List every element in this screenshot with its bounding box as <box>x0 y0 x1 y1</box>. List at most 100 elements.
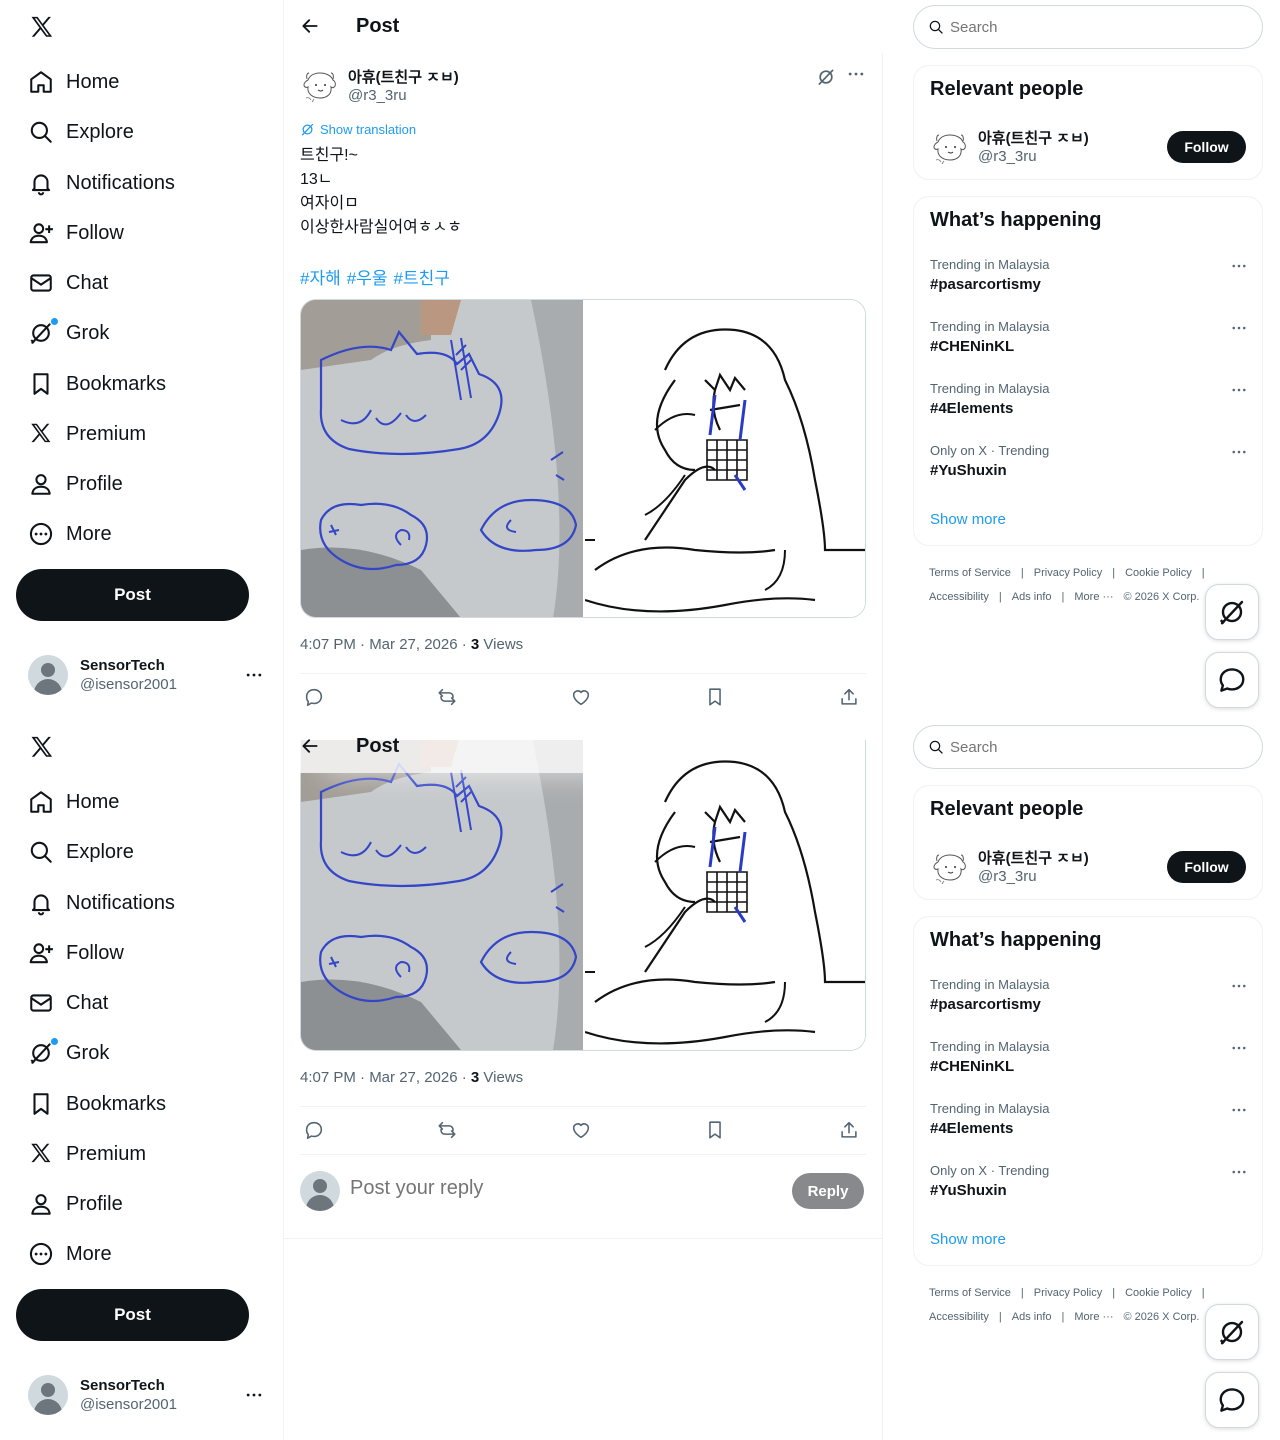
nav-premium[interactable]: Premium <box>16 410 146 458</box>
footer-link[interactable]: Terms of Service <box>929 1287 1011 1299</box>
trend-item[interactable]: Only on X · Trending #YuShuxin <box>930 1163 1248 1213</box>
grok-float-button[interactable] <box>1205 584 1259 640</box>
nav-chat[interactable]: Chat <box>16 259 108 307</box>
more-dots-icon[interactable] <box>1230 319 1248 337</box>
post-button[interactable]: Post <box>16 1289 249 1341</box>
person-name[interactable]: 아휴(트친구 ㅈㅂ) <box>978 127 1089 148</box>
nav-premium[interactable]: Premium <box>16 1130 146 1178</box>
footer-link[interactable]: More ··· <box>1074 1311 1113 1323</box>
chat-float-button[interactable] <box>1205 652 1259 708</box>
nav-follow[interactable]: Follow <box>16 209 124 257</box>
grok-explain-icon[interactable] <box>816 67 836 87</box>
grok-float-button[interactable] <box>1205 1304 1259 1360</box>
bookmark-button[interactable] <box>704 686 728 710</box>
footer-link[interactable]: Ads info <box>1012 1311 1052 1323</box>
trend-item[interactable]: Trending in Malaysia #pasarcortismy <box>930 257 1248 307</box>
nav-bookmarks[interactable]: Bookmarks <box>16 1080 166 1128</box>
person-handle[interactable]: @r3_3ru <box>978 148 1037 165</box>
repost-button[interactable] <box>436 1119 460 1143</box>
nav-chat[interactable]: Chat <box>16 979 108 1027</box>
chat-float-button[interactable] <box>1205 1372 1259 1428</box>
account-switcher[interactable]: SensorTech @isensor2001 <box>28 655 268 695</box>
back-arrow-icon[interactable] <box>300 16 320 36</box>
reply-button[interactable] <box>303 1119 327 1143</box>
media-image-drawing[interactable] <box>583 300 865 617</box>
media-image-bandage[interactable] <box>301 300 583 617</box>
footer-link[interactable]: Terms of Service <box>929 567 1011 579</box>
hashtag-link[interactable]: #우울 <box>347 269 388 288</box>
footer-link[interactable]: Privacy Policy <box>1034 1287 1102 1299</box>
share-button[interactable] <box>838 686 862 710</box>
reply-submit-button[interactable]: Reply <box>792 1173 864 1209</box>
more-dots-icon[interactable] <box>1230 1101 1248 1119</box>
footer-link[interactable]: More ··· <box>1074 591 1113 603</box>
more-dots-icon[interactable] <box>1230 443 1248 461</box>
more-dots-icon[interactable] <box>1230 1163 1248 1181</box>
nav-profile[interactable]: Profile <box>16 1180 123 1228</box>
author-avatar[interactable] <box>300 66 340 106</box>
author-name[interactable]: 아휴(트친구 ㅈㅂ) <box>348 66 459 87</box>
x-logo-icon[interactable] <box>28 14 56 42</box>
post-button[interactable]: Post <box>16 569 249 621</box>
like-button[interactable] <box>570 686 594 710</box>
trend-item[interactable]: Trending in Malaysia #CHENinKL <box>930 319 1248 369</box>
footer-link[interactable]: Privacy Policy <box>1034 567 1102 579</box>
person-name[interactable]: 아휴(트친구 ㅈㅂ) <box>978 847 1089 868</box>
footer-link[interactable]: Accessibility <box>929 591 989 603</box>
post-timestamp[interactable]: 4:07 PM · Mar 27, 2026 · <box>300 1069 471 1086</box>
reply-input[interactable] <box>350 1177 770 1200</box>
account-switcher[interactable]: SensorTech @isensor2001 <box>28 1375 268 1415</box>
hashtag-link[interactable]: #자해 <box>300 269 341 288</box>
nav-grok[interactable]: Grok <box>16 309 109 357</box>
more-dots-icon[interactable] <box>1230 257 1248 275</box>
bookmark-button[interactable] <box>704 1119 728 1143</box>
follow-button[interactable]: Follow <box>1167 131 1246 163</box>
footer-link[interactable]: Accessibility <box>929 1311 989 1323</box>
share-button[interactable] <box>838 1119 862 1143</box>
follow-button[interactable]: Follow <box>1167 851 1246 883</box>
nav-more[interactable]: More <box>16 1230 112 1278</box>
post-timestamp[interactable]: 4:07 PM · Mar 27, 2026 · <box>300 636 471 653</box>
x-logo-icon[interactable] <box>28 734 56 762</box>
footer-link[interactable]: Cookie Policy <box>1125 567 1192 579</box>
search-box[interactable] <box>913 5 1263 49</box>
media-image-drawing[interactable] <box>583 740 865 1050</box>
trend-item[interactable]: Trending in Malaysia #4Elements <box>930 381 1248 431</box>
search-input[interactable] <box>950 738 1230 756</box>
nav-follow[interactable]: Follow <box>16 929 124 977</box>
trend-item[interactable]: Trending in Malaysia #CHENinKL <box>930 1039 1248 1089</box>
reply-button[interactable] <box>303 686 327 710</box>
nav-profile[interactable]: Profile <box>16 460 123 508</box>
person-avatar[interactable] <box>930 848 970 888</box>
show-more-link[interactable]: Show more <box>930 1231 1006 1248</box>
author-handle[interactable]: @r3_3ru <box>348 87 407 104</box>
nav-home[interactable]: Home <box>16 58 119 106</box>
media-image-bandage[interactable] <box>301 740 583 1050</box>
trend-item[interactable]: Trending in Malaysia #pasarcortismy <box>930 977 1248 1027</box>
more-dots-icon[interactable] <box>846 64 866 84</box>
nav-bookmarks[interactable]: Bookmarks <box>16 360 166 408</box>
trend-item[interactable]: Only on X · Trending #YuShuxin <box>930 443 1248 493</box>
search-input[interactable] <box>950 18 1230 36</box>
person-handle[interactable]: @r3_3ru <box>978 868 1037 885</box>
like-button[interactable] <box>570 1119 594 1143</box>
trend-item[interactable]: Trending in Malaysia #4Elements <box>930 1101 1248 1151</box>
back-arrow-icon[interactable] <box>300 736 320 756</box>
person-avatar[interactable] <box>930 128 970 168</box>
nav-home[interactable]: Home <box>16 778 119 826</box>
footer-link[interactable]: Cookie Policy <box>1125 1287 1192 1299</box>
nav-notifications[interactable]: Notifications <box>16 879 175 927</box>
hashtag-link[interactable]: #트친구 <box>394 269 450 288</box>
nav-explore[interactable]: Explore <box>16 108 134 156</box>
more-dots-icon[interactable] <box>1230 1039 1248 1057</box>
search-box[interactable] <box>913 725 1263 769</box>
show-more-link[interactable]: Show more <box>930 511 1006 528</box>
repost-button[interactable] <box>436 686 460 710</box>
nav-grok[interactable]: Grok <box>16 1029 109 1077</box>
nav-notifications[interactable]: Notifications <box>16 159 175 207</box>
nav-explore[interactable]: Explore <box>16 828 134 876</box>
more-dots-icon[interactable] <box>1230 381 1248 399</box>
nav-more[interactable]: More <box>16 510 112 558</box>
more-dots-icon[interactable] <box>1230 977 1248 995</box>
show-translation-link[interactable]: Show translation <box>300 122 416 137</box>
